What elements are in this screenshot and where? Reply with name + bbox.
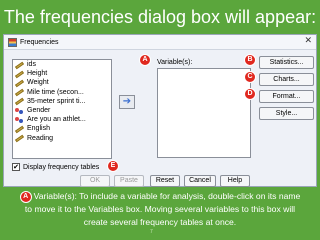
- caption-line-1: A Variable(s): To include a variable for …: [2, 190, 318, 203]
- help-button[interactable]: Help: [220, 175, 250, 187]
- paste-button[interactable]: Paste: [114, 175, 144, 187]
- caption-badge-a: A: [19, 190, 32, 203]
- list-item-label: ids: [27, 61, 36, 69]
- display-frequency-tables-row[interactable]: ✔ Display frequency tables: [12, 163, 99, 171]
- list-item-label: 35-meter sprint ti...: [27, 97, 86, 105]
- callout-badge-d: D: [244, 88, 256, 100]
- list-item[interactable]: Reading: [13, 134, 111, 143]
- callout-badge-c: C: [244, 71, 256, 83]
- scale-ruler-icon: [15, 88, 24, 96]
- scale-ruler-icon: [15, 61, 24, 69]
- list-item-label: Mile time (secon...: [27, 88, 84, 96]
- statistics-button[interactable]: Statistics...: [259, 56, 314, 69]
- scale-ruler-icon: [15, 97, 24, 105]
- caption-line-2: to move it to the Variables box. Moving …: [24, 204, 296, 214]
- caption-line-1-text: Variable(s): To include a variable for a…: [33, 191, 301, 201]
- frequencies-dialog: Frequencies ✕ ids Height Weight Mile tim…: [3, 34, 317, 187]
- dialog-title: Frequencies: [20, 38, 59, 46]
- display-frequency-tables-checkbox[interactable]: ✔: [12, 163, 20, 171]
- list-item[interactable]: English: [13, 124, 111, 133]
- display-frequency-tables-label: Display frequency tables: [23, 163, 100, 171]
- dialog-titlebar: Frequencies ✕: [4, 35, 316, 50]
- list-item[interactable]: Mile time (secon...: [13, 88, 111, 97]
- variables-label: Variable(s):: [157, 59, 193, 66]
- list-item-label: Are you an athlet...: [27, 116, 86, 124]
- list-item-label: Height: [27, 70, 48, 78]
- list-item[interactable]: Weight: [13, 78, 111, 87]
- caption: A Variable(s): To include a variable for …: [2, 190, 318, 229]
- list-item[interactable]: Height: [13, 69, 111, 78]
- target-variable-list[interactable]: [157, 68, 251, 158]
- callout-badge-b: B: [244, 54, 256, 66]
- caption-line-3: create several frequency tables at once.: [83, 217, 237, 227]
- slide-title: The frequencies dialog box will appear:: [3, 7, 317, 27]
- list-item[interactable]: ids: [13, 60, 111, 69]
- list-item-label: Gender: [27, 107, 51, 115]
- list-item-label: Reading: [27, 134, 54, 142]
- nominal-icon: [15, 107, 24, 115]
- close-icon[interactable]: ✕: [304, 36, 312, 47]
- list-item[interactable]: Gender: [13, 106, 111, 115]
- move-variable-button[interactable]: ➔: [119, 95, 135, 109]
- format-button[interactable]: Format...: [259, 90, 314, 103]
- style-button[interactable]: Style...: [259, 107, 314, 120]
- charts-button[interactable]: Charts...: [259, 73, 314, 86]
- reset-button[interactable]: Reset: [150, 175, 180, 187]
- page-number: 7: [150, 229, 153, 235]
- callout-badge-e: E: [107, 160, 119, 172]
- list-item[interactable]: 35-meter sprint ti...: [13, 97, 111, 106]
- scale-ruler-icon: [15, 125, 24, 133]
- frequencies-app-icon: [8, 37, 17, 47]
- callout-badge-a: A: [139, 54, 151, 66]
- nominal-icon: [15, 116, 24, 124]
- scale-ruler-icon: [15, 79, 24, 87]
- list-item-label: English: [27, 125, 50, 133]
- list-item-label: Weight: [27, 79, 49, 87]
- scale-ruler-icon: [15, 134, 24, 142]
- source-variable-list[interactable]: ids Height Weight Mile time (secon... 35…: [12, 59, 112, 159]
- cancel-button[interactable]: Cancel: [184, 175, 216, 187]
- ok-button[interactable]: OK: [80, 175, 110, 187]
- scale-ruler-icon: [15, 70, 24, 78]
- list-item[interactable]: Are you an athlet...: [13, 115, 111, 124]
